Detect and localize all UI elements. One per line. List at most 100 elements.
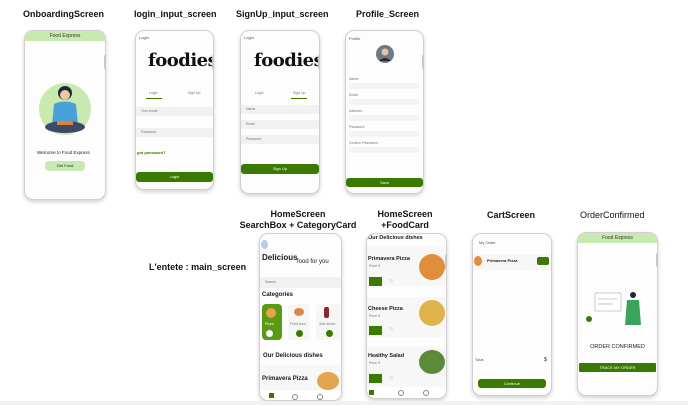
login-tab-signup[interactable]: Sign Up bbox=[188, 91, 200, 95]
cart-item-image bbox=[474, 256, 482, 266]
signup-tab-signup[interactable]: Sign Up bbox=[293, 91, 305, 95]
cart-phone: My Order Primavera Pizza Total $ Continu… bbox=[472, 233, 552, 396]
signup-password-placeholder: Password bbox=[246, 137, 262, 141]
home2-card-3-price: Price 9 bbox=[369, 361, 380, 365]
home1-categories-label: Categories bbox=[262, 292, 294, 298]
profile-side-button bbox=[422, 55, 424, 69]
home2-card-2-image bbox=[419, 300, 445, 326]
home1-fried-add[interactable] bbox=[296, 330, 303, 337]
home2-card-1-heart-icon[interactable]: ♡ bbox=[389, 279, 393, 285]
home1-phone: Delicious food for you Search Categories… bbox=[259, 233, 342, 401]
signup-email-placeholder: Email bbox=[246, 122, 255, 126]
home2-card-2-heart-icon[interactable]: ♡ bbox=[389, 327, 393, 333]
login-password-placeholder: Password bbox=[141, 130, 157, 134]
home2-card-3-image bbox=[419, 350, 445, 374]
home2-title: HomeScreen bbox=[377, 209, 433, 219]
home1-fried-icon bbox=[294, 308, 304, 316]
home1-dish-name: Primavera Pizza bbox=[262, 376, 308, 382]
forgot-password-link[interactable]: got password? bbox=[137, 150, 165, 155]
confirmed-side-button bbox=[656, 253, 658, 267]
home-nav-icon[interactable] bbox=[269, 393, 274, 398]
home1-top-dot bbox=[261, 240, 268, 249]
cart-item-name: Primavera Pizza bbox=[487, 258, 518, 263]
onboarding-welcome: Welcome to Food Express bbox=[37, 150, 90, 155]
onboarding-header: Food Express bbox=[25, 31, 105, 41]
cart-quantity-stepper[interactable] bbox=[537, 257, 549, 265]
home1-food-for-you: food for you bbox=[297, 259, 329, 265]
title-login: login_input_screen bbox=[134, 9, 217, 19]
home2-subtitle: +FoodCard bbox=[381, 220, 429, 230]
home2-side-button bbox=[445, 255, 447, 269]
home2-home-icon[interactable] bbox=[369, 390, 374, 395]
home2-bottom-nav bbox=[367, 388, 446, 398]
home1-delicious: Delicious bbox=[262, 253, 298, 262]
signup-tab-login[interactable]: Login bbox=[255, 91, 264, 95]
signup-button[interactable]: Sign Up bbox=[241, 164, 319, 174]
home2-card-1-add[interactable] bbox=[369, 277, 382, 286]
track-order-button[interactable]: TRACK MY ORDER bbox=[579, 363, 656, 372]
title-confirmed: OrderConfirmed bbox=[580, 210, 645, 220]
profile-phone: Profile Name Email Address Password Conf… bbox=[345, 30, 424, 194]
profile-row-name: Name bbox=[349, 77, 359, 81]
avatar bbox=[376, 45, 394, 63]
home1-cat-pizza: Pizza bbox=[265, 322, 274, 326]
login-button[interactable]: Login bbox=[136, 172, 213, 182]
title-onboarding: OnboardingScreen bbox=[23, 9, 105, 19]
cart-header: My Order bbox=[479, 240, 496, 245]
cart-total-label: Total bbox=[475, 357, 484, 362]
confirmed-phone: Food Express ORDER CONFIRMED TRACK MY OR… bbox=[577, 232, 658, 396]
cart-continue-button[interactable]: Continue bbox=[478, 379, 546, 388]
meditating-woman-illustration bbox=[39, 83, 91, 135]
home2-favorite-icon[interactable] bbox=[398, 390, 404, 396]
profile-save-button[interactable]: Save bbox=[346, 178, 423, 187]
home1-our-dishes: Our Delicious dishes bbox=[263, 353, 323, 359]
home1-cat-drinks: Soft drinks bbox=[319, 322, 336, 326]
signup-tab-underline bbox=[291, 98, 307, 99]
cart-total-icon: $ bbox=[544, 357, 547, 363]
login-logo: foodies bbox=[148, 50, 214, 71]
title-home1: HomeScreen SearchBox + CategoryCard bbox=[236, 209, 360, 231]
signup-header: Login bbox=[244, 35, 254, 40]
home2-heading: Our Delicious dishes bbox=[368, 235, 423, 241]
home2-card-2-name: Cheese Pizza bbox=[368, 306, 403, 312]
login-side-button bbox=[212, 55, 214, 69]
favorite-nav-icon[interactable] bbox=[292, 394, 298, 400]
home2-card-3-name: Healthy Salad bbox=[368, 353, 405, 359]
title-signup: SignUp_input_screen bbox=[236, 9, 329, 19]
home1-pizza-icon bbox=[266, 308, 276, 318]
home2-card-1-name: Primavera Pizza bbox=[368, 256, 410, 262]
profile-row-password: Password bbox=[349, 125, 365, 129]
get-food-button[interactable]: Get Food bbox=[45, 161, 85, 171]
login-tab-login[interactable]: Login bbox=[149, 91, 158, 95]
profile-address-field[interactable] bbox=[349, 115, 419, 121]
onboarding-side-button bbox=[104, 55, 106, 69]
cart-nav-icon[interactable] bbox=[317, 394, 323, 400]
profile-password-field[interactable] bbox=[349, 131, 419, 137]
home1-drinks-add[interactable] bbox=[326, 330, 333, 337]
signup-side-button bbox=[318, 55, 320, 69]
home1-pizza-add[interactable] bbox=[266, 330, 273, 337]
profile-name-field[interactable] bbox=[349, 83, 419, 89]
home2-card-3-add[interactable] bbox=[369, 374, 382, 383]
profile-confirm-field[interactable] bbox=[349, 147, 419, 153]
home2-phone: Our Delicious dishes Primavera Pizza Pri… bbox=[366, 233, 447, 399]
home1-cat-fried: Fried food bbox=[290, 322, 306, 326]
signup-logo: foodies bbox=[254, 50, 320, 71]
canvas-bottom-strip bbox=[0, 401, 688, 405]
title-profile: Profile_Screen bbox=[356, 9, 420, 19]
home1-search-placeholder: Search bbox=[265, 280, 277, 284]
home2-cart-icon[interactable] bbox=[423, 390, 429, 396]
profile-row-address: Address bbox=[349, 109, 362, 113]
home2-card-3-heart-icon[interactable]: ♡ bbox=[389, 376, 393, 382]
order-confirmed-illustration bbox=[586, 292, 641, 325]
home1-title: HomeScreen bbox=[270, 209, 326, 219]
profile-row-email: Email bbox=[349, 93, 358, 97]
signup-name-placeholder: Name bbox=[246, 107, 256, 111]
home1-drink-icon bbox=[324, 307, 329, 318]
login-email-placeholder: Your email bbox=[141, 109, 158, 113]
login-header: Login bbox=[139, 35, 149, 40]
side-label: L'entete : main_screen bbox=[149, 262, 247, 272]
profile-email-field[interactable] bbox=[349, 99, 419, 105]
home2-card-2-add[interactable] bbox=[369, 326, 382, 335]
home2-card-1-price: Price 9 bbox=[369, 264, 380, 268]
